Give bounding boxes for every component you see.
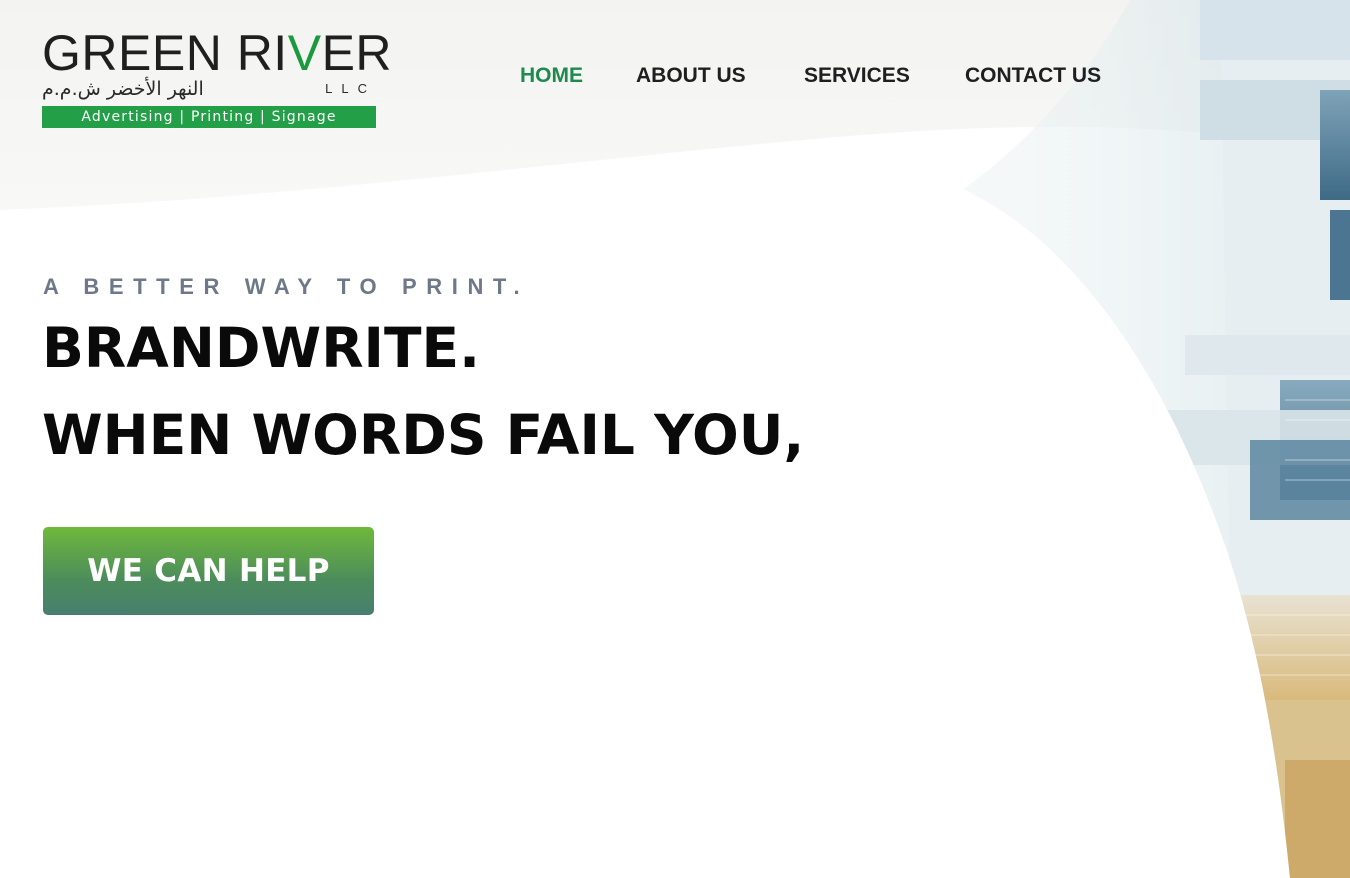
nav-services[interactable]: SERVICES	[804, 64, 910, 88]
page: GREEN RIVER النهر الأخضر ش.م.م LLC Adver…	[0, 0, 1350, 878]
nav-home[interactable]: HOME	[520, 64, 583, 88]
logo-v-mark: V	[287, 25, 322, 81]
logo-tagline-bar: Advertising | Printing | Signage	[42, 106, 376, 128]
brand-logo[interactable]: GREEN RIVER النهر الأخضر ش.م.م LLC Adver…	[42, 28, 392, 130]
hero-headline-line1: BRANDWRITE.	[42, 316, 480, 380]
logo-arabic-name: النهر الأخضر ش.م.م	[42, 78, 204, 100]
we-can-help-button[interactable]: WE CAN HELP	[43, 527, 374, 615]
nav-about-us[interactable]: ABOUT US	[636, 64, 746, 88]
logo-wordmark: GREEN RIVER	[42, 25, 393, 81]
hero-eyebrow: A BETTER WAY TO PRINT.	[43, 274, 530, 299]
hero-headline-line2: WHEN WORDS FAIL YOU,	[42, 403, 805, 467]
logo-llc: LLC	[325, 81, 376, 96]
nav-contact-us[interactable]: CONTACT US	[965, 64, 1101, 88]
